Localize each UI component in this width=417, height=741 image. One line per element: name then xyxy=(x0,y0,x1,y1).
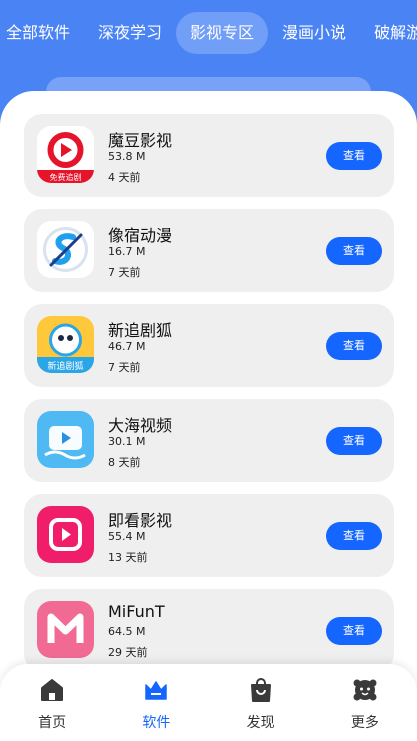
bag-icon xyxy=(247,676,275,704)
app-name: 魔豆影视 xyxy=(108,131,173,150)
bottom-nav: 首页 软件 发现 更多 xyxy=(0,664,417,741)
view-button[interactable]: 查看 xyxy=(326,142,382,170)
mifunt-icon xyxy=(37,601,94,658)
app-size: 53.8 M xyxy=(108,150,146,163)
app-updated-time: 7 天前 xyxy=(108,361,141,374)
app-card-mifunt[interactable]: MiFunT 64.5 M 29 天前 查看 xyxy=(24,589,394,672)
app-size: 46.7 M xyxy=(108,340,146,353)
xiangsu-icon xyxy=(37,221,94,278)
content-sheet: 免费追剧 魔豆影视 53.8 M 4 天前 查看 像宿动漫 16.7 M 7 天… xyxy=(0,91,417,741)
modou-icon: 免费追剧 xyxy=(37,126,94,183)
app-name: 像宿动漫 xyxy=(108,226,173,245)
nav-label: 软件 xyxy=(142,715,171,731)
view-button[interactable]: 查看 xyxy=(326,522,382,550)
app-card-zhujuhu[interactable]: 新追剧狐 新追剧狐 46.7 M 7 天前 查看 xyxy=(24,304,394,387)
app-name: 新追剧狐 xyxy=(108,321,173,340)
nav-label: 发现 xyxy=(246,715,275,731)
home-icon xyxy=(38,676,66,704)
view-button[interactable]: 查看 xyxy=(326,427,382,455)
tab-video-zone[interactable]: 影视专区 xyxy=(176,12,269,54)
app-card-jikan[interactable]: 即看影视 55.4 M 13 天前 查看 xyxy=(24,494,394,577)
app-updated-time: 8 天前 xyxy=(108,456,141,469)
svg-text:新追剧狐: 新追剧狐 xyxy=(47,360,83,372)
app-updated-time: 29 天前 xyxy=(108,646,148,659)
nav-item-more[interactable]: 更多 xyxy=(313,664,417,741)
more-icon xyxy=(351,676,379,704)
jikan-icon xyxy=(37,506,94,563)
app-name: MiFunT xyxy=(108,602,165,621)
tab-cracked-games[interactable]: 破解游戏 xyxy=(360,12,417,54)
svg-text:免费追剧: 免费追剧 xyxy=(50,172,82,182)
dahai-icon xyxy=(37,411,94,468)
zhujuhu-icon: 新追剧狐 xyxy=(37,316,94,373)
app-size: 64.5 M xyxy=(108,625,146,638)
app-card-dahai[interactable]: 大海视频 30.1 M 8 天前 查看 xyxy=(24,399,394,482)
app-card-xiangsu[interactable]: 像宿动漫 16.7 M 7 天前 查看 xyxy=(24,209,394,292)
app-updated-time: 7 天前 xyxy=(108,266,141,279)
app-size: 16.7 M xyxy=(108,245,146,258)
nav-item-software[interactable]: 软件 xyxy=(104,664,208,741)
app-size: 55.4 M xyxy=(108,530,146,543)
app-name: 大海视频 xyxy=(108,416,173,435)
tab-all-software[interactable]: 全部软件 xyxy=(0,12,84,54)
app-updated-time: 13 天前 xyxy=(108,551,148,564)
crown-icon xyxy=(142,676,170,704)
app-updated-time: 4 天前 xyxy=(108,171,141,184)
category-tabs: 全部软件 深夜学习 影视专区 漫画小说 破解游戏 xyxy=(0,12,417,54)
view-button[interactable]: 查看 xyxy=(326,237,382,265)
nav-item-home[interactable]: 首页 xyxy=(0,664,104,741)
view-button[interactable]: 查看 xyxy=(326,617,382,645)
tab-comic-novel[interactable]: 漫画小说 xyxy=(268,12,360,54)
app-name: 即看影视 xyxy=(108,511,173,530)
app-card-modou[interactable]: 免费追剧 魔豆影视 53.8 M 4 天前 查看 xyxy=(24,114,394,197)
nav-label: 首页 xyxy=(38,715,67,731)
top-bar: 全部软件 深夜学习 影视专区 漫画小说 破解游戏 xyxy=(0,0,417,70)
nav-label: 更多 xyxy=(350,715,379,731)
tab-late-night-study[interactable]: 深夜学习 xyxy=(84,12,176,54)
view-button[interactable]: 查看 xyxy=(326,332,382,360)
app-size: 30.1 M xyxy=(108,435,146,448)
nav-item-discover[interactable]: 发现 xyxy=(209,664,313,741)
